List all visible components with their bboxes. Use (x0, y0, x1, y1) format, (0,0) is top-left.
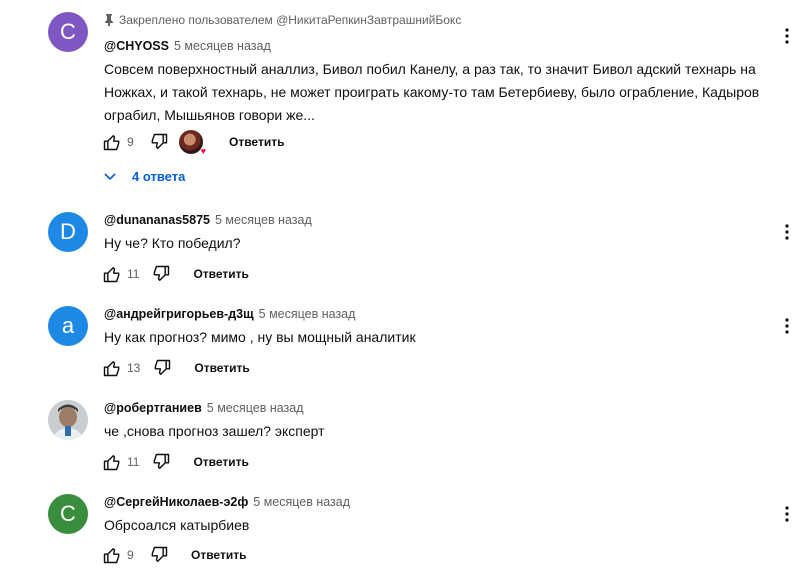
thumb-down-icon (154, 265, 170, 281)
thumb-down-icon (151, 133, 168, 149)
thumb-up-icon (103, 135, 120, 151)
comment-actions: 11 Ответить (100, 262, 249, 286)
comment-header: @робертганиев 5 месяцев назад (104, 401, 304, 415)
author-name[interactable]: @СергейНиколаев-э2ф (104, 495, 248, 509)
reply-button[interactable]: Ответить (193, 455, 248, 469)
comment-text: Ну че? Кто победил? (104, 235, 241, 251)
more-vert-icon (785, 224, 789, 240)
like-button[interactable] (100, 130, 124, 154)
comment-text: Совсем поверхностный аналлиз, Бивол поби… (104, 61, 760, 123)
comment-header: @CHYOSS 5 месяцев назад (104, 39, 271, 53)
comment-text: Ну как прогноз? мимо , ну вы мощный анал… (104, 329, 416, 345)
reply-button[interactable]: Ответить (229, 135, 284, 149)
author-name[interactable]: @робертганиев (104, 401, 202, 415)
avatar[interactable]: C (48, 12, 88, 52)
reply-button[interactable]: Ответить (193, 267, 248, 281)
avatar-letter: С (60, 501, 76, 526)
more-vert-icon (785, 318, 789, 334)
thumb-down-icon (154, 453, 170, 469)
author-name[interactable]: @андрейгригорьев-д3щ (104, 307, 254, 321)
thumb-down-icon (154, 359, 171, 375)
replies-count: 4 ответа (132, 169, 186, 184)
avatar[interactable]: D (48, 212, 88, 252)
chevron-down-icon (104, 172, 116, 180)
comment-actions: 13 Ответить (100, 356, 250, 380)
avatar-letter: C (60, 19, 76, 44)
comment-menu-button[interactable] (779, 220, 795, 244)
like-count: 11 (127, 267, 140, 281)
comment-header: @СергейНиколаев-э2ф 5 месяцев назад (104, 495, 350, 509)
dislike-button[interactable] (149, 450, 173, 474)
avatar-letter: D (60, 219, 76, 244)
avatar[interactable]: С (48, 494, 88, 534)
thumb-up-icon (103, 548, 120, 564)
comment-menu-button[interactable] (779, 314, 795, 338)
dislike-button[interactable] (149, 262, 173, 286)
like-count: 9 (127, 135, 134, 149)
like-button[interactable] (100, 450, 124, 474)
like-button[interactable] (100, 356, 124, 380)
like-count: 13 (127, 361, 141, 375)
comment-text: че ,снова прогноз зашел? эксперт (104, 423, 325, 439)
comment-time[interactable]: 5 месяцев назад (253, 495, 350, 509)
more-vert-icon (785, 506, 789, 522)
dislike-button[interactable] (147, 543, 171, 567)
thumb-up-icon (103, 361, 120, 377)
comment-menu-button[interactable] (779, 502, 795, 526)
reply-button[interactable]: Ответить (191, 548, 246, 562)
pinned-text: Закреплено пользователем @НикитаРепкинЗа… (119, 13, 462, 27)
like-button[interactable] (100, 262, 124, 286)
avatar-photo (48, 400, 88, 440)
thumb-down-icon (151, 546, 168, 562)
creator-heart-avatar: ♥ (179, 130, 206, 156)
dislike-button[interactable] (150, 356, 174, 380)
comment-actions: 11 Ответить (100, 450, 249, 474)
thumb-up-icon (103, 455, 120, 471)
comment-actions: 9 ♥ Ответить (100, 130, 284, 156)
avatar[interactable]: a (48, 306, 88, 346)
author-name[interactable]: @CHYOSS (104, 39, 169, 53)
pin-icon (105, 14, 113, 26)
author-name[interactable]: @dunananas5875 (104, 213, 210, 227)
comment-time[interactable]: 5 месяцев назад (259, 307, 356, 321)
pinned-label: Закреплено пользователем @НикитаРепкинЗа… (104, 13, 461, 27)
like-count: 11 (127, 455, 140, 469)
comment-header: @андрейгригорьев-д3щ 5 месяцев назад (104, 307, 355, 321)
comment-time[interactable]: 5 месяцев назад (215, 213, 312, 227)
thumb-up-icon (103, 267, 120, 283)
comment-menu-button[interactable] (779, 24, 795, 48)
comment-time[interactable]: 5 месяцев назад (207, 401, 304, 415)
comment-header: @dunananas5875 5 месяцев назад (104, 213, 312, 227)
avatar[interactable] (48, 400, 88, 440)
like-count: 9 (127, 548, 134, 562)
more-vert-icon (785, 28, 789, 44)
comment-text: Обрсоался катырбиев (104, 517, 250, 533)
reply-button[interactable]: Ответить (194, 361, 249, 375)
comment-actions: 9 Ответить (100, 543, 246, 567)
comment-time[interactable]: 5 месяцев назад (174, 39, 271, 53)
heart-icon: ♥ (200, 146, 206, 156)
dislike-button[interactable] (147, 130, 171, 154)
like-button[interactable] (100, 543, 124, 567)
view-replies-button[interactable]: 4 ответа (104, 169, 185, 184)
avatar-letter: a (61, 313, 75, 338)
